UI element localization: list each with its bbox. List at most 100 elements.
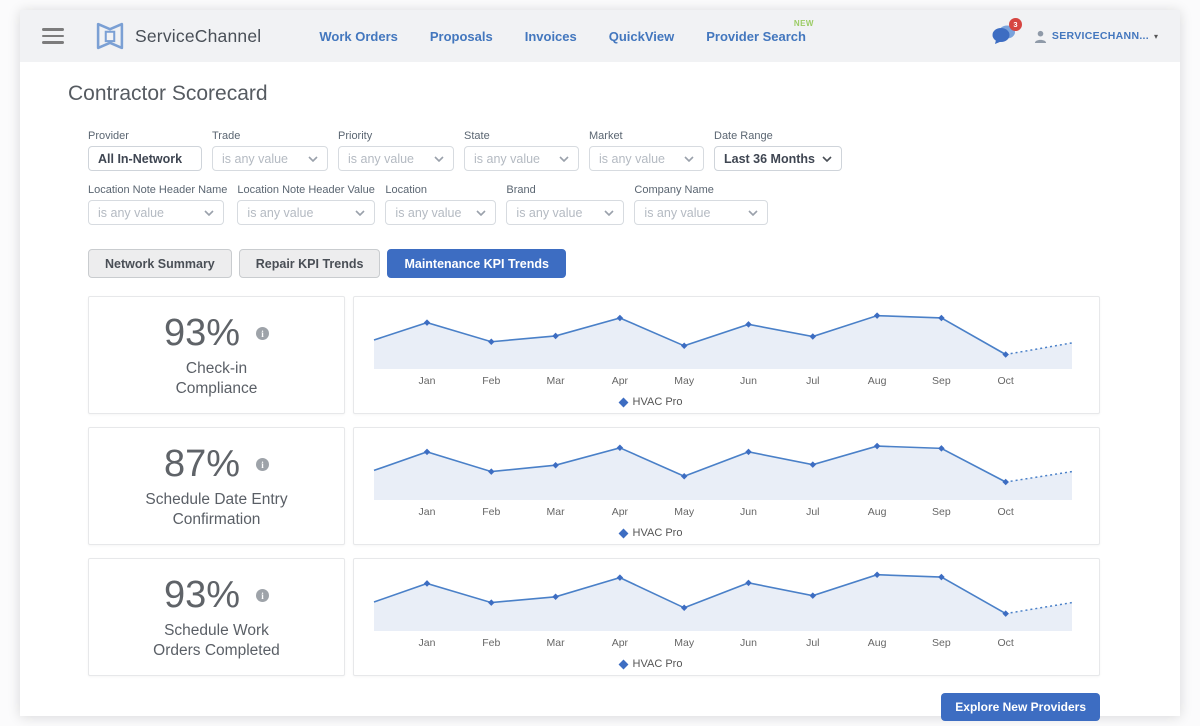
top-nav-bar: ServiceChannel Work Orders Proposals Inv… — [20, 10, 1180, 62]
logo-text: ServiceChannel — [135, 26, 261, 47]
kpi-value: 93% — [164, 574, 240, 617]
chevron-down-icon — [822, 156, 832, 162]
svg-text:Oct: Oct — [998, 506, 1014, 518]
svg-text:Mar: Mar — [547, 637, 566, 649]
filter-location: Location is any value — [385, 184, 496, 225]
user-menu[interactable]: SERVICECHANN... ▾ — [1034, 30, 1158, 43]
hamburger-menu-icon[interactable] — [42, 28, 64, 44]
primary-nav: Work Orders Proposals Invoices QuickView… — [319, 29, 806, 44]
legend-diamond-marker — [618, 659, 628, 669]
svg-text:Mar: Mar — [547, 375, 566, 387]
filter-label-location: Location — [385, 184, 496, 196]
nav-provider-search[interactable]: Provider SearchNEW — [706, 29, 806, 44]
nav-proposals[interactable]: Proposals — [430, 29, 493, 44]
location-select[interactable]: is any value — [385, 200, 496, 225]
priority-value: is any value — [348, 152, 414, 166]
provider-select[interactable]: All In-Network — [88, 146, 202, 171]
page-title: Contractor Scorecard — [68, 82, 1180, 106]
company-name-select[interactable]: is any value — [634, 200, 768, 225]
state-value: is any value — [474, 152, 540, 166]
nav-invoices[interactable]: Invoices — [525, 29, 577, 44]
filter-location-note-header-name: Location Note Header Name is any value — [88, 184, 227, 225]
info-icon[interactable]: i — [256, 327, 269, 340]
svg-text:Feb: Feb — [482, 375, 500, 387]
nav-provider-search-label: Provider Search — [706, 29, 806, 44]
kpi-card-checkin-compliance: 93% i Check-in Compliance — [88, 296, 345, 414]
kpi-trend-line-chart: JanFebMarAprMayJunJulAugSepOct — [370, 436, 1085, 520]
filter-priority: Priority is any value — [338, 130, 454, 171]
servicechannel-logo-icon — [94, 19, 126, 53]
chart-legend: HVAC Pro — [370, 658, 1083, 670]
nav-quickview[interactable]: QuickView — [609, 29, 675, 44]
location-note-header-value-select[interactable]: is any value — [237, 200, 375, 225]
svg-text:Jun: Jun — [740, 506, 757, 518]
filter-provider: Provider All In-Network — [88, 130, 202, 171]
priority-select[interactable]: is any value — [338, 146, 454, 171]
date-range-select[interactable]: Last 36 Months — [714, 146, 842, 171]
info-icon[interactable]: i — [256, 589, 269, 602]
kpi-card-schedule-work-orders: 93% i Schedule Work Orders Completed — [88, 558, 345, 676]
chevron-down-icon — [204, 210, 214, 216]
chevron-down-icon: ▾ — [1154, 32, 1158, 41]
legend-series-label: HVAC Pro — [633, 527, 683, 539]
chevron-down-icon — [684, 156, 694, 162]
trade-value: is any value — [222, 152, 288, 166]
state-select[interactable]: is any value — [464, 146, 579, 171]
svg-text:Sep: Sep — [932, 375, 951, 387]
svg-text:May: May — [674, 637, 695, 649]
tab-maintenance-kpi-trends[interactable]: Maintenance KPI Trends — [387, 249, 565, 278]
brand-select[interactable]: is any value — [506, 200, 624, 225]
lnhv-value: is any value — [247, 206, 313, 220]
notifications-icon[interactable]: 3 — [992, 24, 1016, 49]
lnhn-value: is any value — [98, 206, 164, 220]
chevron-down-icon — [559, 156, 569, 162]
filter-trade: Trade is any value — [212, 130, 328, 171]
market-select[interactable]: is any value — [589, 146, 704, 171]
brand-value: is any value — [516, 206, 582, 220]
info-icon[interactable]: i — [256, 458, 269, 471]
legend-series-label: HVAC Pro — [633, 396, 683, 408]
filter-location-note-header-value: Location Note Header Value is any value — [237, 184, 375, 225]
user-name: SERVICECHANN... — [1052, 30, 1149, 42]
chevron-down-icon — [748, 210, 758, 216]
kpi-row-schedule-work-orders: 93% i Schedule Work Orders Completed Jan… — [88, 558, 1100, 676]
tab-network-summary[interactable]: Network Summary — [88, 249, 232, 278]
kpi-value: 93% — [164, 312, 240, 355]
svg-text:Sep: Sep — [932, 637, 951, 649]
legend-diamond-marker — [618, 397, 628, 407]
kpi-trend-line-chart: JanFebMarAprMayJunJulAugSepOct — [370, 305, 1085, 389]
filter-state: State is any value — [464, 130, 579, 171]
chart-card-checkin-compliance: JanFebMarAprMayJunJulAugSepOct HVAC Pro — [353, 296, 1100, 414]
new-badge: NEW — [794, 19, 814, 28]
company-name-value: is any value — [644, 206, 710, 220]
chevron-down-icon — [308, 156, 318, 162]
kpi-label: Schedule Work Orders Completed — [144, 621, 290, 660]
nav-work-orders[interactable]: Work Orders — [319, 29, 398, 44]
kpi-label: Schedule Date Entry Confirmation — [144, 490, 290, 529]
location-note-header-name-select[interactable]: is any value — [88, 200, 224, 225]
view-tabs: Network Summary Repair KPI Trends Mainte… — [88, 249, 1100, 278]
tab-repair-kpi-trends[interactable]: Repair KPI Trends — [239, 249, 381, 278]
app-window: ServiceChannel Work Orders Proposals Inv… — [20, 10, 1180, 716]
svg-text:Aug: Aug — [868, 375, 887, 387]
filter-label-priority: Priority — [338, 130, 454, 142]
svg-text:Apr: Apr — [612, 637, 629, 649]
chevron-down-icon — [604, 210, 614, 216]
kpi-row-schedule-date-entry: 87% i Schedule Date Entry Confirmation J… — [88, 427, 1100, 545]
svg-text:Jul: Jul — [806, 375, 819, 387]
servicechannel-logo[interactable]: ServiceChannel — [94, 19, 261, 53]
filter-date-range: Date Range Last 36 Months — [714, 130, 842, 171]
svg-text:Oct: Oct — [998, 637, 1014, 649]
explore-new-providers-button[interactable]: Explore New Providers — [941, 693, 1100, 721]
kpi-trend-line-chart: JanFebMarAprMayJunJulAugSepOct — [370, 567, 1085, 651]
filter-label-lnhn: Location Note Header Name — [88, 184, 227, 196]
svg-text:Apr: Apr — [612, 506, 629, 518]
filters-row-2: Location Note Header Name is any value L… — [88, 184, 1100, 225]
svg-text:Jan: Jan — [419, 375, 436, 387]
svg-text:Apr: Apr — [612, 375, 629, 387]
trade-select[interactable]: is any value — [212, 146, 328, 171]
kpi-label: Check-in Compliance — [144, 359, 290, 398]
chart-card-schedule-date-entry: JanFebMarAprMayJunJulAugSepOct HVAC Pro — [353, 427, 1100, 545]
notification-count-badge: 3 — [1009, 18, 1022, 31]
filter-label-state: State — [464, 130, 579, 142]
